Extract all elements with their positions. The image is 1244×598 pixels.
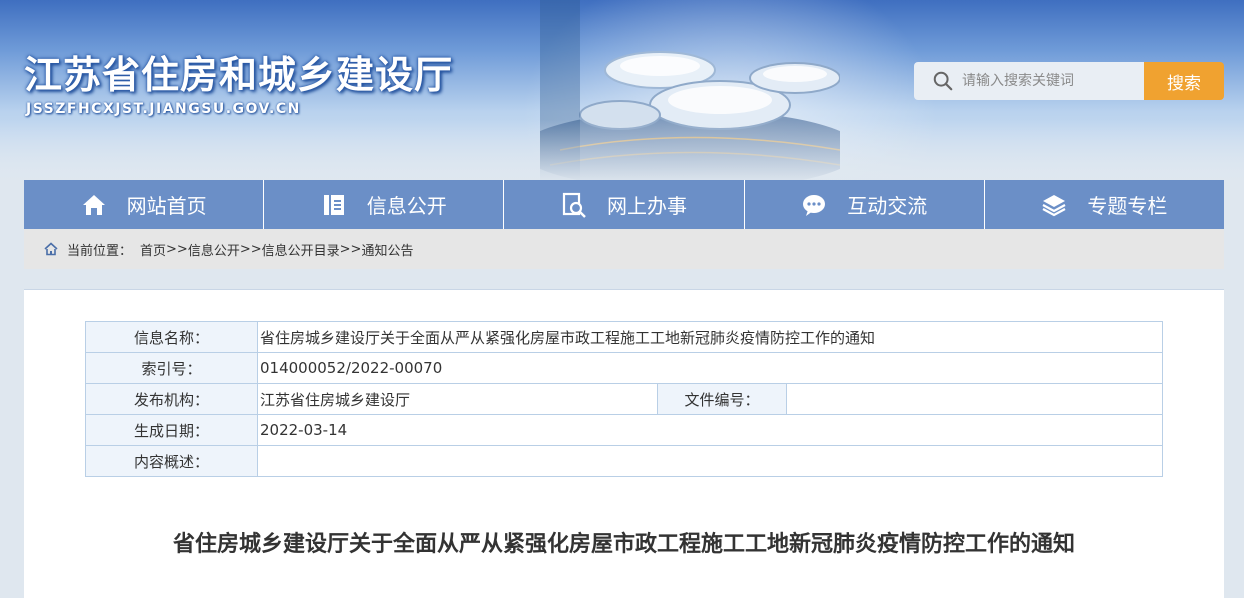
nav-item-services[interactable]: 网上办事: [504, 180, 745, 229]
meta-publisher-value: 江苏省住房城乡建设厅: [257, 383, 658, 415]
search-button[interactable]: 搜索: [1144, 62, 1224, 100]
meta-date-value: 2022-03-14: [257, 414, 1163, 446]
site-domain: JSSZFHCXJST.JIANGSU.GOV.CN: [26, 101, 301, 117]
table-row: 内容概述：: [85, 445, 1163, 477]
breadcrumb-info[interactable]: 信息公开: [188, 240, 240, 259]
breadcrumb-home[interactable]: 首页: [140, 240, 166, 259]
nav-item-label: 信息公开: [366, 194, 447, 218]
nav-item-info[interactable]: 信息公开: [264, 180, 505, 229]
breadcrumb-separator: >>: [166, 241, 188, 257]
nav-item-label: 网上办事: [607, 194, 687, 218]
nav-item-interaction[interactable]: 互动交流: [745, 180, 985, 229]
meta-date-label: 生成日期：: [85, 414, 258, 446]
table-row: 索引号： 014000052/2022-00070: [85, 352, 1163, 384]
main-nav: 网站首页 信息公开 网上办事 互动交流 专题专栏: [24, 180, 1224, 229]
home-icon: [82, 194, 105, 215]
document-meta-table: 信息名称： 省住房城乡建设厅关于全面从严从紧强化房屋市政工程施工工地新冠肺炎疫情…: [85, 321, 1163, 477]
nav-item-topics[interactable]: 专题专栏: [985, 180, 1224, 229]
nav-item-label: 网站首页: [126, 194, 207, 218]
table-row: 信息名称： 省住房城乡建设厅关于全面从严从紧强化房屋市政工程施工工地新冠肺炎疫情…: [85, 321, 1163, 353]
search-box: [914, 62, 1144, 100]
meta-name-value: 省住房城乡建设厅关于全面从严从紧强化房屋市政工程施工工地新冠肺炎疫情防控工作的通…: [257, 321, 1163, 353]
meta-index-value: 014000052/2022-00070: [257, 352, 1163, 384]
search-icon: [933, 71, 953, 91]
banner-fade: [0, 120, 1244, 180]
table-row: 发布机构： 江苏省住房城乡建设厅 文件编号：: [85, 383, 1163, 415]
search-document-icon: [562, 192, 586, 218]
breadcrumb-separator: >>: [239, 241, 262, 257]
site-title: 江苏省住房和城乡建设厅: [24, 53, 454, 97]
content-panel: 信息名称： 省住房城乡建设厅关于全面从严从紧强化房屋市政工程施工工地新冠肺炎疫情…: [24, 289, 1224, 598]
breadcrumb-notices[interactable]: 通知公告: [361, 240, 413, 259]
layers-icon: [1042, 194, 1066, 216]
home-icon: [44, 242, 58, 256]
chat-icon: [803, 194, 826, 216]
document-icon: [323, 194, 344, 215]
nav-item-label: 专题专栏: [1087, 194, 1168, 218]
breadcrumb-label: 当前位置：: [67, 243, 133, 259]
meta-docno-value: [786, 383, 1163, 415]
breadcrumb-directory[interactable]: 信息公开目录: [262, 240, 340, 259]
article-title: 省住房城乡建设厅关于全面从严从紧强化房屋市政工程施工工地新冠肺炎疫情防控工作的通…: [172, 532, 1075, 557]
meta-summary-label: 内容概述：: [85, 445, 258, 477]
meta-index-label: 索引号：: [85, 352, 258, 384]
nav-item-home[interactable]: 网站首页: [24, 180, 265, 229]
nav-item-label: 互动交流: [847, 194, 928, 218]
meta-docno-label: 文件编号：: [657, 383, 787, 415]
meta-publisher-label: 发布机构：: [85, 383, 258, 415]
breadcrumb: 当前位置： 首页 >> 信息公开 >> 信息公开目录 >> 通知公告: [24, 229, 1224, 269]
meta-name-label: 信息名称：: [85, 321, 258, 353]
breadcrumb-separator: >>: [339, 241, 362, 257]
table-row: 生成日期： 2022-03-14: [85, 414, 1163, 446]
meta-summary-value: [257, 445, 1163, 477]
search-input[interactable]: [962, 66, 1142, 96]
